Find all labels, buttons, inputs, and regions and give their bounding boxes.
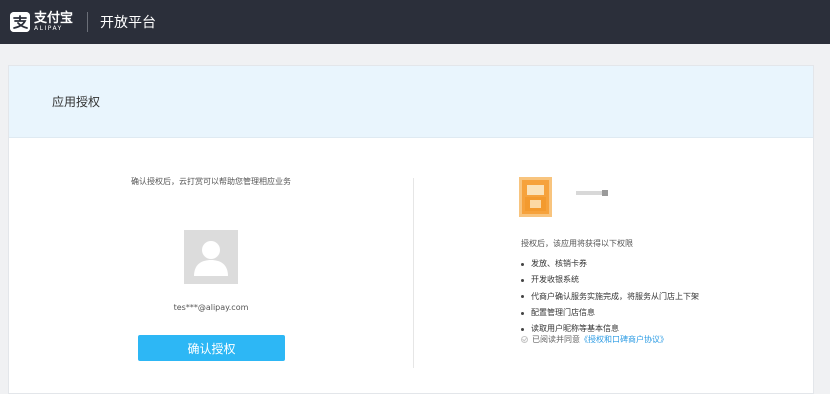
permissions-title: 授权后，该应用将获得以下权限 — [521, 239, 633, 248]
logo-cn-text: 支付宝 — [34, 11, 74, 26]
app-name-blurred — [576, 181, 608, 196]
account-email: tes***@alipay.com — [173, 303, 249, 312]
agreement-row: 已阅读并同意 《授权和口碑商户协议》 — [521, 334, 668, 345]
agreement-prefix: 已阅读并同意 — [532, 335, 580, 344]
card-header: 应用授权 — [9, 66, 813, 138]
list-item: 配置管理门店信息 — [521, 305, 699, 321]
bullet-icon — [521, 278, 524, 282]
permission-text: 发放、核销卡券 — [531, 259, 587, 268]
list-item: 代商户确认服务实施完成，将服务从门店上下架 — [521, 289, 699, 305]
confirm-authorization-button[interactable]: 确认授权 — [138, 335, 285, 361]
bullet-icon — [521, 311, 524, 315]
bullet-icon — [521, 262, 524, 266]
alipay-logo[interactable]: 支付宝 ALIPAY — [10, 12, 73, 32]
bullet-icon — [521, 327, 524, 331]
agreement-checkbox[interactable] — [521, 336, 528, 343]
list-item: 发放、核销卡券 — [521, 256, 699, 272]
permission-text: 开发收银系统 — [531, 275, 579, 285]
platform-title[interactable]: 开放平台 — [100, 12, 156, 32]
permission-text: 代商户确认服务实施完成，将服务从门店上下架 — [531, 291, 699, 301]
user-avatar-icon — [184, 230, 238, 284]
app-logo-icon — [519, 177, 552, 217]
top-navigation-bar: 支付宝 ALIPAY 开放平台 — [0, 0, 830, 44]
list-item: 开发收银系统 — [521, 272, 699, 288]
agreement-link[interactable]: 《授权和口碑商户协议》 — [580, 334, 668, 345]
permission-text: 配置管理门店信息 — [531, 307, 595, 317]
permissions-list: 发放、核销卡券 开发收银系统 代商户确认服务实施完成，将服务从门店上下架 配置管… — [521, 256, 699, 337]
topbar-divider — [87, 12, 89, 32]
alipay-logo-icon — [10, 12, 30, 32]
page-title: 应用授权 — [52, 95, 101, 109]
permissions-pane: 授权后，该应用将获得以下权限 发放、核销卡券 开发收银系统 代商户确认服务实施完… — [414, 138, 814, 394]
authorization-description: 确认授权后，云打赏可以帮助您管理相应业务 — [131, 177, 291, 186]
account-pane: 确认授权后，云打赏可以帮助您管理相应业务 tes***@alipay.com 确… — [9, 138, 413, 394]
authorization-card: 应用授权 确认授权后，云打赏可以帮助您管理相应业务 tes***@alipay.… — [8, 65, 814, 394]
logo-en-text: ALIPAY — [34, 25, 63, 32]
bullet-icon — [521, 295, 524, 299]
